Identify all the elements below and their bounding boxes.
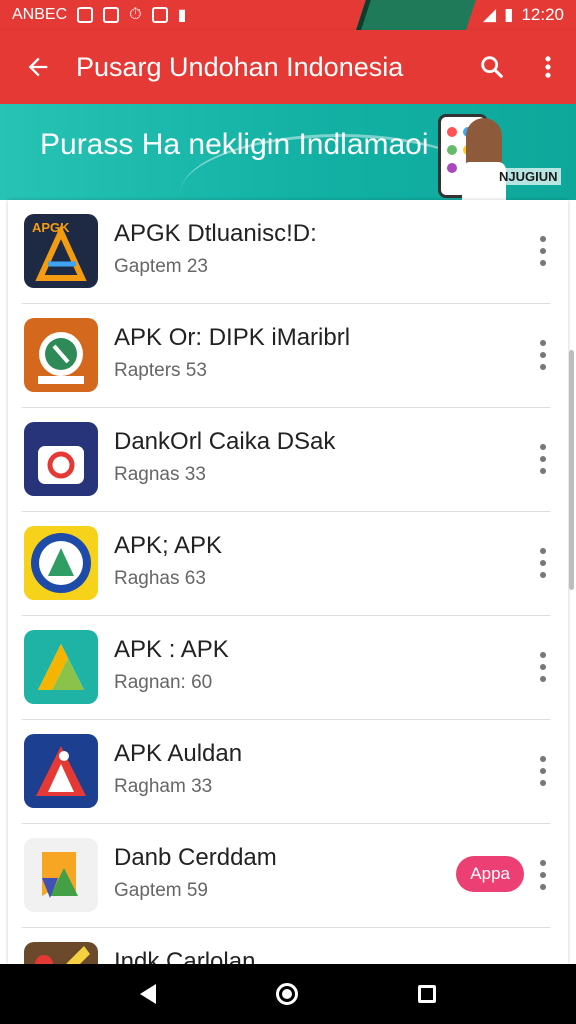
game-app-icon bbox=[24, 942, 98, 964]
app-subtitle: Ragham 33 bbox=[114, 776, 213, 797]
app-subtitle: Ragnas 33 bbox=[114, 464, 206, 485]
app-subtitle: Ragnan: 60 bbox=[114, 672, 213, 693]
app-badge-button[interactable]: Appa bbox=[456, 856, 524, 892]
list-item[interactable]: APK Auldan Ragham 33 bbox=[8, 720, 568, 824]
runner-app-icon bbox=[24, 734, 98, 808]
app-subtitle: Rapters 53 bbox=[114, 360, 207, 381]
mail-icon bbox=[151, 7, 168, 23]
app-name: APGK Dtluanisc!D: bbox=[114, 220, 317, 247]
pk-app-icon bbox=[24, 318, 98, 392]
carrier-label: ANBEC bbox=[12, 6, 68, 23]
list-item[interactable]: APGK APGK Dtluanisc!D: Gaptem 23 bbox=[8, 200, 568, 304]
flag-app-icon bbox=[24, 838, 98, 912]
list-item[interactable]: APK : APK Ragnan: 60 bbox=[8, 616, 568, 720]
app-name: Danb Cerddam bbox=[114, 844, 277, 871]
signal-icon: ◢ bbox=[483, 5, 497, 24]
status-left: ANBEC ⏱ ▮ bbox=[12, 5, 186, 25]
search-button[interactable] bbox=[464, 53, 520, 81]
notification-icon bbox=[103, 7, 120, 23]
arrow-left-icon bbox=[28, 57, 48, 77]
more-options-button[interactable] bbox=[520, 53, 576, 81]
nav-recents-icon[interactable] bbox=[418, 985, 436, 1003]
search-icon bbox=[481, 56, 503, 78]
app-name: APK; APK bbox=[114, 532, 223, 559]
app-name: DankOrl Caika DSak bbox=[114, 428, 336, 455]
battery-icon: ▮ bbox=[504, 5, 514, 24]
battery-saver-icon: ▮ bbox=[177, 7, 187, 24]
more-vert-icon[interactable] bbox=[538, 236, 548, 266]
more-vert-icon[interactable] bbox=[538, 444, 548, 474]
seal-app-icon bbox=[24, 526, 98, 600]
clock: 12:20 bbox=[521, 5, 564, 24]
person-illustration bbox=[462, 118, 506, 200]
apgk-app-icon: APGK bbox=[24, 214, 98, 288]
list-item[interactable]: DankOrl Caika DSak Ragnas 33 bbox=[8, 408, 568, 512]
list-item[interactable]: APK Or: DIPK iMaribrl Rapters 53 bbox=[8, 304, 568, 408]
scrollbar[interactable] bbox=[569, 350, 574, 590]
app-subtitle: Raghas 63 bbox=[114, 568, 206, 589]
system-nav-bar bbox=[0, 964, 576, 1024]
app-list: APGK APGK Dtluanisc!D: Gaptem 23 APK Or:… bbox=[8, 200, 568, 964]
more-vert-icon[interactable] bbox=[538, 756, 548, 786]
list-item[interactable]: Danb Cerddam Gaptem 59 Appa bbox=[8, 824, 568, 928]
banner-subtext: NJUGIUN bbox=[496, 168, 561, 185]
app-subtitle: Gaptem 59 bbox=[114, 880, 208, 901]
app-subtitle: Gaptem 23 bbox=[114, 256, 208, 277]
list-item[interactable]: APK; APK Raghas 63 bbox=[8, 512, 568, 616]
more-vert-icon[interactable] bbox=[538, 340, 548, 370]
back-button[interactable] bbox=[0, 53, 76, 81]
nav-back-icon[interactable] bbox=[140, 984, 156, 1004]
app-name: APK Or: DIPK iMaribrl bbox=[114, 324, 351, 351]
app-name: Indk Carlolan bbox=[114, 948, 256, 964]
more-vert-icon[interactable] bbox=[538, 548, 548, 578]
nav-home-icon[interactable] bbox=[276, 983, 298, 1005]
status-bar-decoration bbox=[350, 0, 480, 30]
app-name: APK : APK bbox=[114, 636, 229, 663]
notification-icon bbox=[77, 7, 94, 23]
app-name: APK Auldan bbox=[114, 740, 243, 767]
status-bar: ANBEC ⏱ ▮ ✱ ▼ ◢ ▮ 12:20 bbox=[0, 0, 576, 30]
triangle-app-icon bbox=[24, 630, 98, 704]
page-title: Pusarg Undohan Indonesia bbox=[76, 51, 404, 82]
promo-banner[interactable]: Purass Ha nekligin Indlamaoi NJUGIUN bbox=[0, 104, 576, 200]
app-bar: Pusarg Undohan Indonesia bbox=[0, 30, 576, 104]
banner-text: Purass Ha nekligin Indlamaoi bbox=[40, 128, 429, 161]
camera-app-icon bbox=[24, 422, 98, 496]
more-vert-icon[interactable] bbox=[538, 860, 548, 890]
more-vert-icon bbox=[545, 56, 551, 78]
more-vert-icon[interactable] bbox=[538, 652, 548, 682]
list-item[interactable]: Indk Carlolan bbox=[8, 928, 568, 964]
alarm-icon: ⏱ bbox=[129, 6, 142, 23]
